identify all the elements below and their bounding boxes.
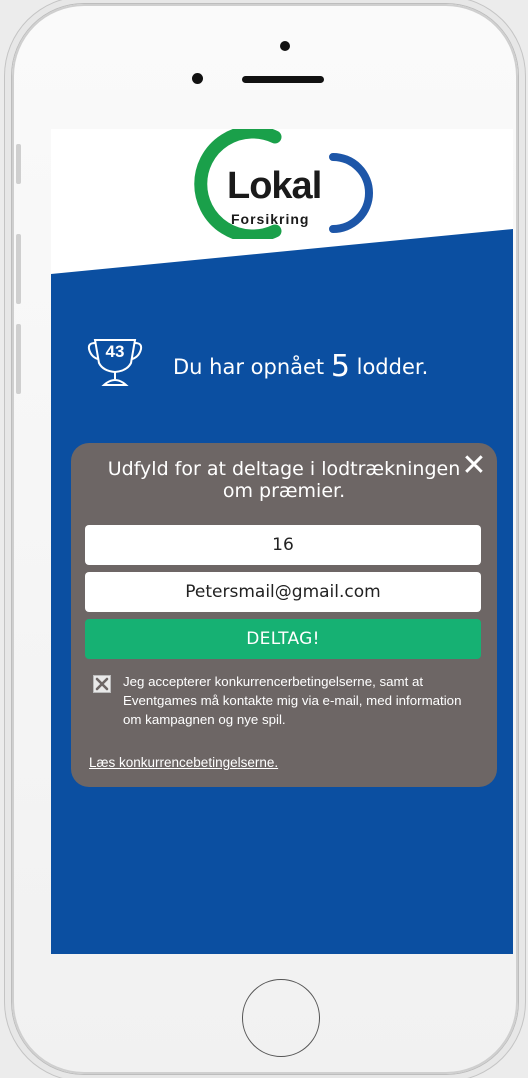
- score-message: Du har opnået 5 lodder.: [173, 349, 428, 384]
- logo-sub-text: Forsikring: [231, 211, 310, 227]
- signup-card: Udfyld for at deltage i lodtrækningen om…: [71, 443, 497, 787]
- logo-brand-text: Lokal: [227, 165, 322, 207]
- earpiece-speaker: [242, 76, 324, 83]
- email-field[interactable]: [85, 572, 481, 612]
- score-row: 43 Du har opnået 5 lodder.: [87, 337, 507, 387]
- deltag-button[interactable]: DELTAG!: [85, 619, 481, 659]
- mute-switch: [16, 144, 21, 184]
- volume-up-button: [16, 234, 21, 304]
- score-prefix: Du har opnået: [173, 355, 325, 379]
- phone-frame: Lokal Forsikring 43 Du har opnået 5 lodd…: [12, 4, 518, 1074]
- score-count: 5: [330, 349, 350, 384]
- score-suffix: lodder.: [356, 355, 429, 379]
- close-icon[interactable]: ✕: [459, 451, 489, 481]
- proximity-sensor: [280, 41, 290, 51]
- trophy-number: 43: [105, 342, 125, 361]
- home-button[interactable]: [242, 979, 320, 1057]
- consent-text: Jeg accepterer konkurrencerbetingelserne…: [123, 674, 462, 727]
- age-field[interactable]: [85, 525, 481, 565]
- app-screen: Lokal Forsikring 43 Du har opnået 5 lodd…: [51, 129, 513, 954]
- card-title: Udfyld for at deltage i lodtrækningen om…: [107, 458, 461, 502]
- front-camera: [192, 73, 203, 84]
- volume-down-button: [16, 324, 21, 394]
- consent-checkbox[interactable]: [93, 675, 111, 693]
- checkbox-icon: [95, 677, 109, 691]
- terms-link[interactable]: Læs konkurrencebetingelserne.: [89, 755, 278, 770]
